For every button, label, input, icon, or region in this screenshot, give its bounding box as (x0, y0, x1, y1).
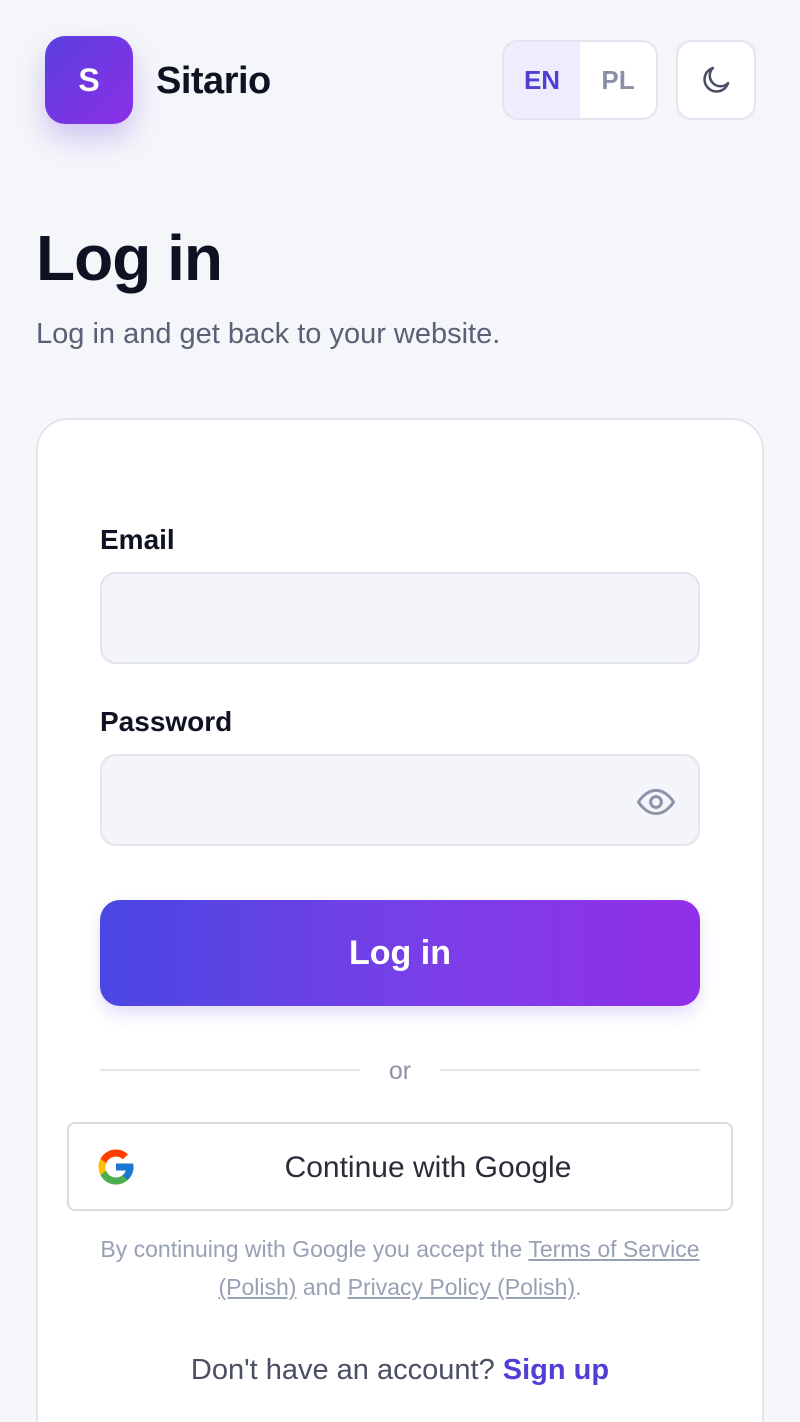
page-subtitle: Log in and get back to your website. (36, 318, 501, 350)
brand-name[interactable]: Sitario (156, 58, 271, 104)
password-field[interactable] (100, 754, 700, 846)
page-title: Log in (36, 222, 223, 294)
signup-prompt: Don't have an account? (190, 1354, 503, 1386)
language-option-pl[interactable]: PL (580, 42, 656, 118)
legal-prefix: By continuing with Google you accept the (100, 1236, 529, 1262)
google-button-label: Continue with Google (284, 1151, 572, 1184)
email-field[interactable] (100, 572, 700, 664)
signup-link[interactable]: Sign up (503, 1354, 609, 1386)
divider-right (440, 1069, 700, 1071)
theme-toggle-button[interactable] (676, 40, 756, 120)
login-button[interactable]: Log in (100, 900, 700, 1006)
eye-icon[interactable] (636, 782, 676, 822)
logo-letter: S (78, 61, 100, 98)
moon-icon (703, 66, 730, 93)
legal-suffix: . (575, 1274, 582, 1300)
google-signin-button[interactable]: Continue with Google (67, 1122, 733, 1211)
signup-row: Don't have an account? Sign up (100, 1350, 700, 1390)
language-option-en[interactable]: EN (504, 42, 580, 118)
language-switch: EN PL (502, 40, 658, 120)
email-label: Email (100, 524, 175, 555)
password-label: Password (100, 706, 233, 737)
brand-logo[interactable]: S (45, 36, 133, 124)
login-page: S Sitario EN PL Log in Log in and get ba… (0, 0, 800, 1422)
legal-notice: By continuing with Google you accept the… (100, 1230, 700, 1306)
privacy-link[interactable]: Privacy Policy (Polish) (348, 1274, 576, 1300)
divider-or: or (388, 1057, 412, 1085)
legal-middle: and (296, 1274, 348, 1300)
divider-left (100, 1069, 360, 1071)
